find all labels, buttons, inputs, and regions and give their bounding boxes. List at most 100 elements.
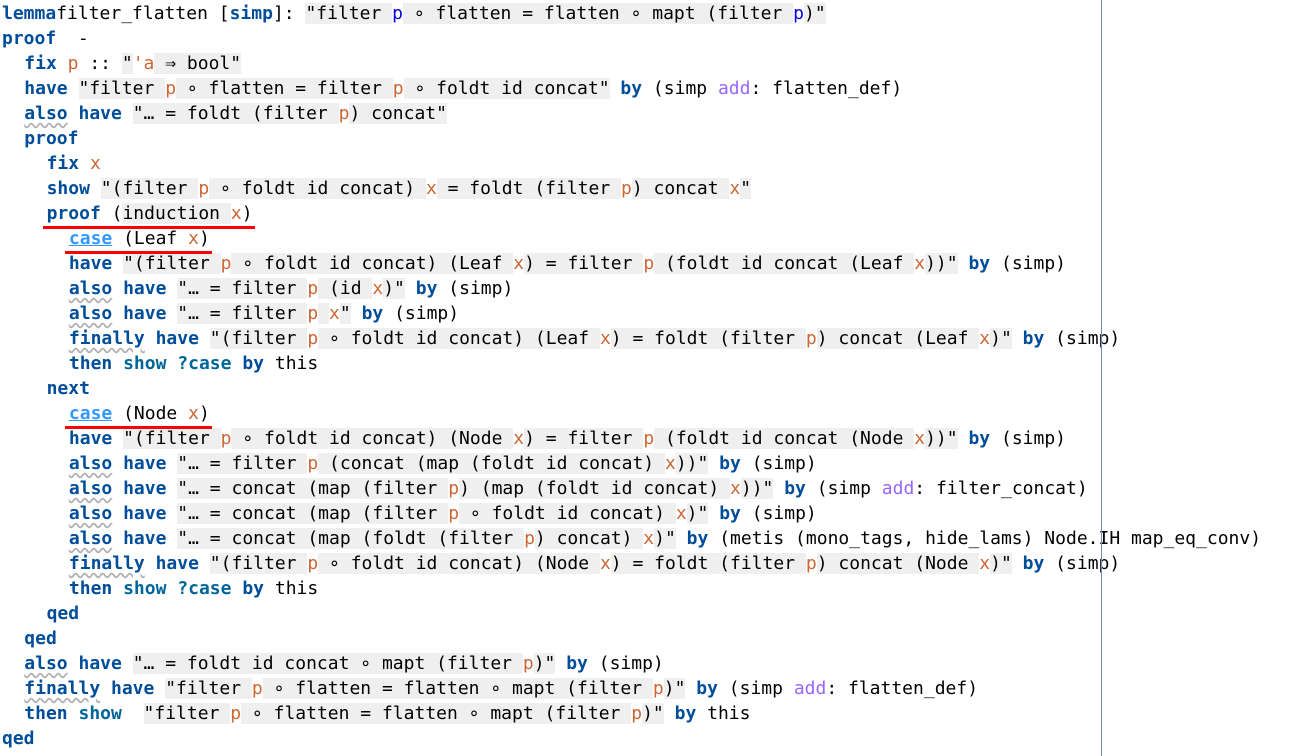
code-token: have (24, 78, 68, 99)
code-token: qed (2, 728, 35, 749)
code-line[interactable]: also have "… = foldt id concat ∘ mapt (f… (24, 651, 664, 676)
code-line[interactable]: lemmafilter_flatten [simp]: "filter p ∘ … (2, 1, 826, 26)
code-token: p (67, 53, 79, 74)
code-line[interactable]: also have "… = concat (map (filter p ∘ f… (69, 501, 817, 526)
code-token: add (717, 78, 751, 99)
code-token: p (220, 428, 232, 449)
code-line[interactable]: next (47, 376, 90, 401)
code-token: p (805, 553, 817, 574)
code-token: x (89, 153, 101, 174)
code-line[interactable]: also have "… = filter p x" by (simp) (69, 301, 459, 326)
code-token: x (664, 453, 676, 474)
code-token: p (805, 328, 817, 349)
code-token: " (121, 53, 133, 74)
code-token: by (719, 453, 741, 474)
code-token: )" (654, 528, 676, 549)
code-line[interactable]: qed (24, 626, 57, 651)
code-token: finally (68, 553, 145, 574)
right-margin-guide (1101, 0, 1102, 756)
code-token: x (329, 303, 340, 324)
code-token: qed (46, 603, 80, 624)
code-token: also (68, 303, 113, 324)
code-line[interactable]: proof (induction x) (47, 201, 253, 226)
code-line[interactable]: case (Node x) (69, 401, 210, 426)
code-token: "(filter (209, 328, 308, 349)
code-token: ) (map (foldt id concat) (459, 478, 731, 499)
code-token: finally (68, 328, 145, 349)
code-token: p (652, 678, 664, 699)
code-line[interactable]: finally have "(filter p ∘ foldt id conca… (69, 326, 1120, 351)
code-line[interactable]: have "(filter p ∘ foldt id concat) (Leaf… (69, 251, 1066, 276)
code-token: have (68, 428, 113, 449)
code-line[interactable]: proof - (2, 26, 89, 51)
code-token: (simp) (740, 453, 817, 474)
code-token: p (448, 503, 460, 524)
code-token: p (251, 678, 263, 699)
code-token: )" (686, 503, 709, 524)
code-line[interactable]: also have "… = concat (map (filter p) (m… (69, 476, 1088, 501)
code-token: (simp) (1044, 328, 1121, 349)
code-line[interactable]: then show "filter p ∘ flatten = flatten … (24, 701, 750, 726)
code-line[interactable]: also have "… = filter p (id x)" by (simp… (69, 276, 513, 301)
code-token: x (979, 553, 991, 574)
code-line[interactable]: qed (2, 726, 35, 751)
code-token: have (78, 103, 122, 124)
code-token: (simp) (383, 303, 460, 324)
code-line[interactable]: have "(filter p ∘ foldt id concat) (Node… (69, 426, 1066, 451)
red-underline-induction (42, 226, 255, 229)
code-token: "(filter (123, 428, 221, 449)
code-token: "… = concat (map (filter (177, 503, 449, 524)
code-token: x (599, 328, 611, 349)
code-token: have (155, 328, 199, 349)
code-token: by (620, 78, 643, 99)
code-line[interactable]: fix p :: "'a ⇒ bool" (24, 51, 242, 76)
code-line[interactable]: case (Leaf x) (69, 226, 210, 251)
code-token: x (914, 253, 926, 274)
code-line[interactable]: show "(filter p ∘ foldt id concat) x = f… (47, 176, 752, 201)
proof-editor[interactable]: lemmafilter_flatten [simp]: "filter p ∘ … (0, 0, 1303, 756)
code-token: (foldt id concat (Leaf (654, 253, 915, 274)
code-token: : flatten_def) (750, 78, 903, 99)
code-line[interactable]: finally have "filter p ∘ flatten = flatt… (24, 676, 978, 701)
code-token: then (68, 353, 113, 374)
code-line[interactable]: fix x (47, 151, 101, 176)
code-token: (simp) (587, 653, 664, 674)
code-token: ?case (177, 353, 232, 374)
code-token: add (793, 678, 827, 699)
red-underline-case-node (64, 426, 212, 429)
code-line[interactable]: also have "… = concat (map (foldt (filte… (69, 526, 1261, 551)
code-token: x (513, 428, 525, 449)
code-line[interactable]: finally have "(filter p ∘ foldt id conca… (69, 551, 1120, 576)
code-token: ) = filter (524, 253, 644, 274)
code-line[interactable]: also have "… = filter p (concat (map (fo… (69, 451, 817, 476)
code-line[interactable]: then show ?case by this (69, 576, 318, 601)
code-token: proof (24, 128, 79, 149)
code-token: )" (663, 678, 686, 699)
code-line[interactable]: qed (47, 601, 80, 626)
code-token: ) = foldt (filter (610, 553, 806, 574)
code-line[interactable]: have "filter p ∘ flatten = filter p ∘ fo… (24, 76, 902, 101)
code-line[interactable]: then show ?case by this (69, 351, 318, 376)
code-line[interactable]: proof (24, 126, 78, 151)
code-token: simp (663, 78, 718, 99)
code-token: proof (2, 28, 57, 49)
code-token: "filter (143, 703, 231, 724)
code-token: "… = concat (map (foldt (filter (177, 528, 525, 549)
code-line[interactable]: also have "… = foldt (filter p) concat" (24, 101, 447, 126)
code-token: p (307, 553, 319, 574)
